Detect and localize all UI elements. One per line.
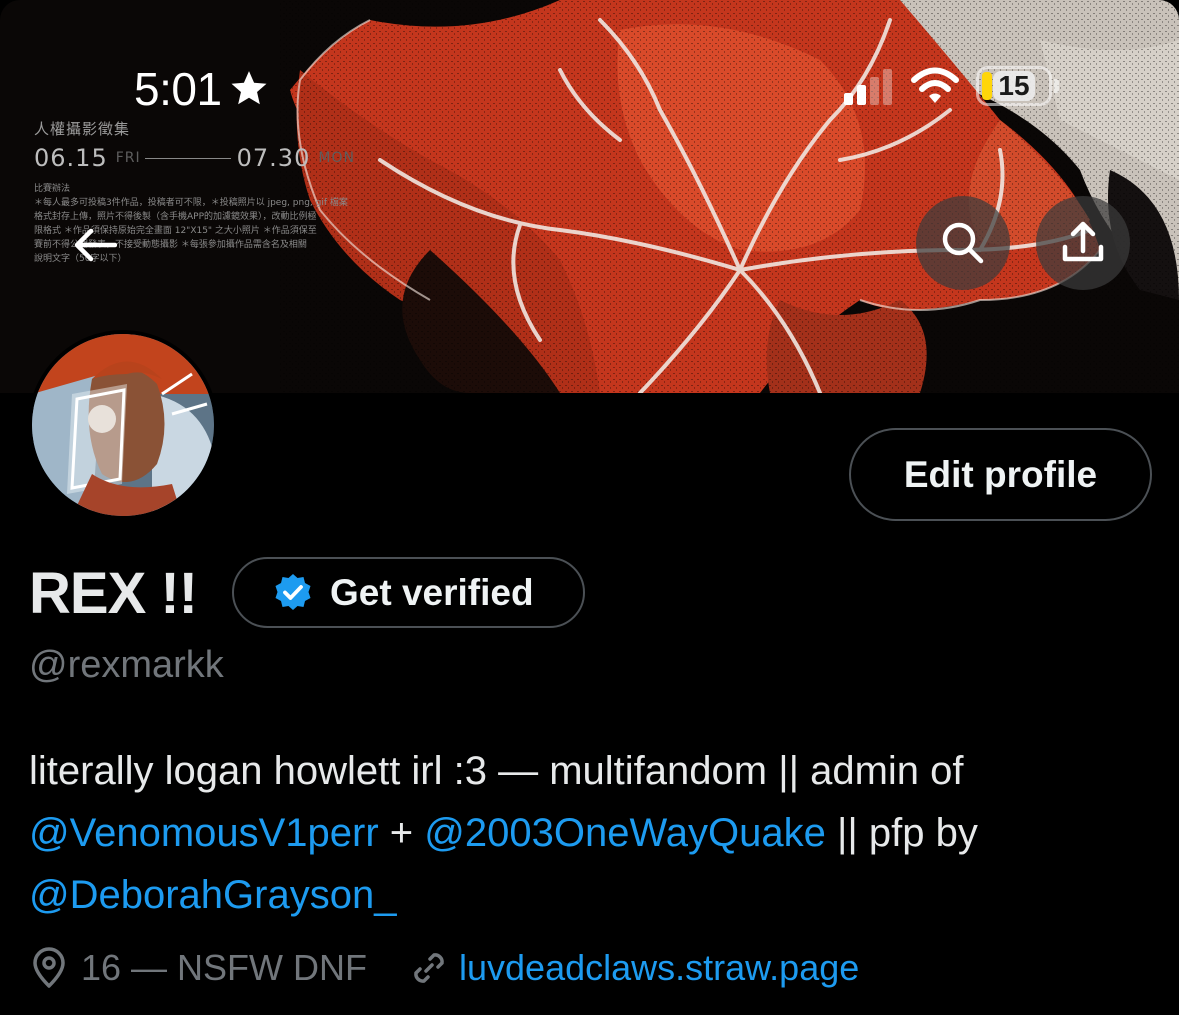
link-icon [414,953,444,983]
poster-date-end-dow: MON [318,150,355,166]
poster-rules-heading: 比賽辦法 [34,184,71,194]
bio-text: || pfp by [825,811,978,855]
edit-profile-button[interactable]: Edit profile [849,428,1152,521]
bio-mention-link[interactable]: @2003OneWayQuake [424,811,826,855]
search-button[interactable] [916,196,1010,290]
verified-badge-icon [275,573,311,610]
poster-title: 人權攝影徵集 [34,120,131,138]
star-icon [231,71,267,105]
bio-text: literally logan howlett irl :3 — multifa… [29,749,964,793]
location-pin-icon [33,947,65,988]
battery-level: 15 [993,71,1035,101]
poster-rules-line: ＊每人最多可投稿3件作品，投稿者可不限，＊投稿照片以 jpeg, png, gi… [34,198,348,208]
poster-date-end: 07.30 [236,144,311,172]
bio-mention-link[interactable]: @DeborahGrayson_ [29,873,396,917]
bio-mention-link[interactable]: @VenomousV1perr [29,811,379,855]
profile-screen: 人權攝影徵集 06.15 FRI 07.30 MON 比賽辦法 ＊每人最多可投稿… [0,0,1179,1015]
get-verified-button[interactable]: Get verified [232,557,585,628]
profile-handle: @rexmarkk [29,644,224,686]
wifi-icon [911,67,959,103]
profile-bio: literally logan howlett irl :3 — multifa… [29,740,1149,926]
battery-fill [982,72,992,100]
battery-icon: 15 [976,66,1052,106]
profile-website-link[interactable]: luvdeadclaws.straw.page [459,947,859,989]
profile-location: 16 — NSFW DNF [81,947,368,988]
bio-text: + [378,811,425,855]
status-time: 5:01 [134,62,270,116]
back-button[interactable] [70,220,120,270]
share-button[interactable] [1036,196,1130,290]
poster-date-divider [144,157,231,159]
avatar[interactable] [28,330,218,520]
profile-meta: 16 — NSFW DNF luvdeadclaws.straw.page [29,946,859,990]
search-icon [942,222,984,264]
arrow-left-icon [74,228,117,262]
status-time-text: 5:01 [134,63,222,115]
battery-nub [1054,79,1059,93]
poster-dates: 06.15 FRI 07.30 MON [34,144,355,172]
display-name: REX !! [29,561,198,626]
poster-date-start: 06.15 [34,144,108,172]
get-verified-label: Get verified [330,571,534,613]
profile-banner[interactable]: 人權攝影徵集 06.15 FRI 07.30 MON 比賽辦法 ＊每人最多可投稿… [0,0,1179,393]
avatar-image [32,334,214,516]
poster-date-start-dow: FRI [115,150,141,166]
share-icon [1062,221,1104,262]
cellular-signal-icon [844,67,892,105]
status-indicators: 15 [844,66,1059,106]
